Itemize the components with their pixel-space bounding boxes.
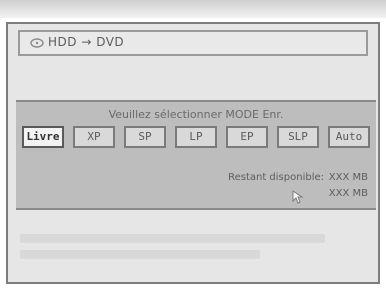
mode-button-auto[interactable]: Auto xyxy=(328,126,370,148)
copy-header-bar: HDD → DVD xyxy=(18,30,368,56)
mode-button-label: EP xyxy=(240,130,254,143)
mode-button-row: Livre XP SP LP EP SLP Auto xyxy=(22,126,370,150)
mode-button-xp[interactable]: XP xyxy=(73,126,115,148)
mode-select-prompt: Veuillez sélectionner MODE Enr. xyxy=(108,108,284,121)
disc-icon xyxy=(30,38,44,48)
screen: HDD → DVD Veuillez sélectionner MODE Enr… xyxy=(0,0,386,289)
mode-button-label: Livre xyxy=(26,130,60,143)
mode-button-livre[interactable]: Livre xyxy=(22,126,64,148)
footer-line xyxy=(20,234,325,243)
mode-button-lp[interactable]: LP xyxy=(175,126,217,148)
mode-button-slp[interactable]: SLP xyxy=(277,126,319,148)
cursor-arrow-icon xyxy=(292,190,304,204)
mode-button-label: SLP xyxy=(288,130,308,143)
mode-button-label: SP xyxy=(138,130,152,143)
blurred-footer-text xyxy=(20,232,370,272)
free-space-value: XXX MB xyxy=(328,172,368,183)
free-space-subvalue: XXX MB xyxy=(328,188,368,199)
mode-button-label: LP xyxy=(189,130,203,143)
free-space-label: Restant disponible: xyxy=(228,172,324,183)
mode-button-label: Auto xyxy=(335,130,363,143)
mode-button-sp[interactable]: SP xyxy=(124,126,166,148)
main-panel: HDD → DVD Veuillez sélectionner MODE Enr… xyxy=(6,22,380,284)
footer-line xyxy=(20,250,260,259)
top-menu-strip xyxy=(0,0,386,18)
mode-select-dialog: Veuillez sélectionner MODE Enr. Livre XP… xyxy=(16,100,376,210)
mode-button-label: XP xyxy=(87,130,101,143)
mode-button-ep[interactable]: EP xyxy=(226,126,268,148)
copy-mode-title: HDD → DVD xyxy=(48,35,125,49)
